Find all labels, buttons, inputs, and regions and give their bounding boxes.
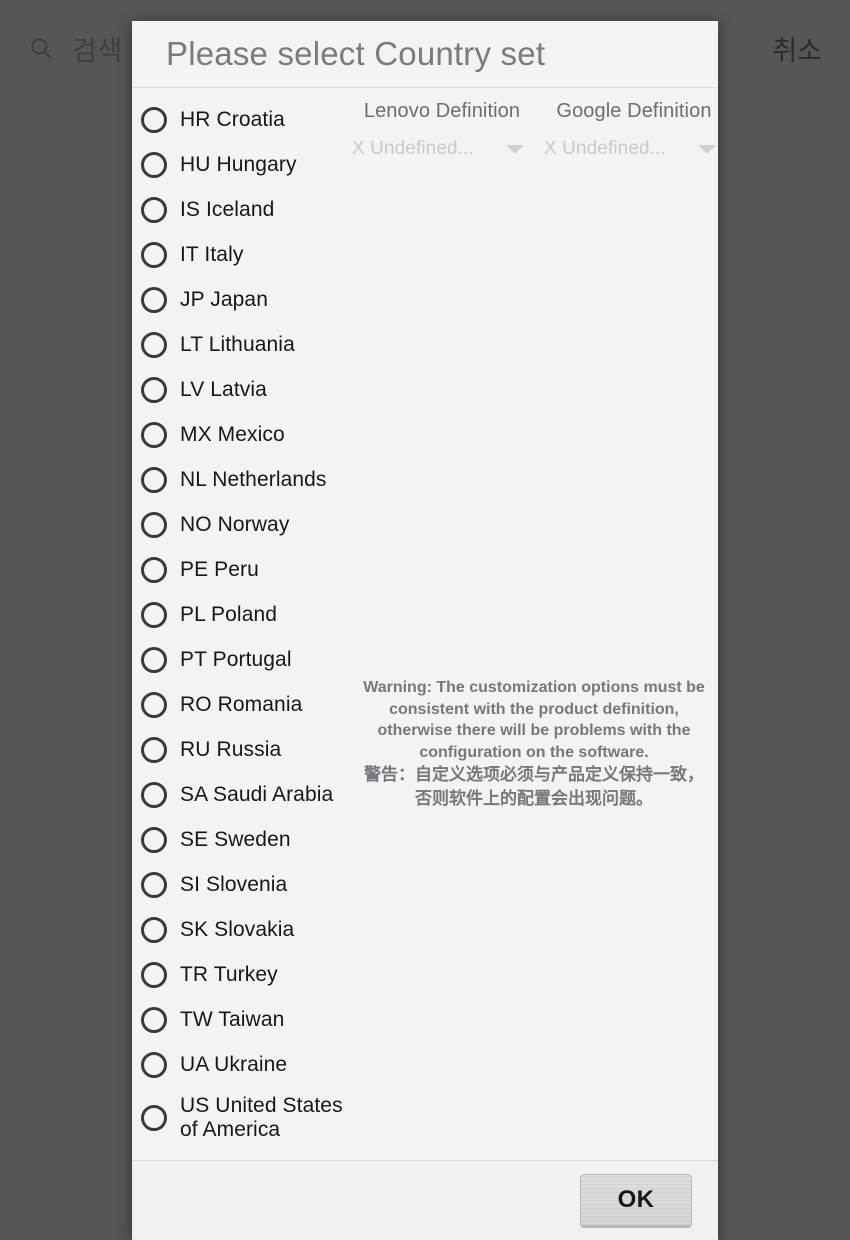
country-list-item[interactable]: RU Russia bbox=[132, 727, 362, 772]
definition-title: Lenovo Definition bbox=[363, 100, 521, 122]
country-list-item[interactable]: NO Norway bbox=[132, 502, 362, 547]
definition-selectors: Lenovo Definition X Undefined... Google De… bbox=[350, 100, 716, 160]
radio-button-pt[interactable] bbox=[141, 646, 167, 673]
country-label: UA Ukraine bbox=[180, 1052, 288, 1076]
country-radio-list[interactable]: HR Croatia HU Hungary IS Iceland IT Italy JP… bbox=[132, 88, 362, 1149]
radio-button-sa[interactable] bbox=[141, 781, 167, 808]
ok-button[interactable]: OK bbox=[580, 1173, 692, 1228]
warning-message: Warning: The customization options must … bbox=[358, 677, 710, 810]
radio-button-si[interactable] bbox=[141, 871, 167, 898]
definition-dropdown[interactable]: X Undefined... bbox=[350, 138, 534, 160]
radio-button-is[interactable] bbox=[141, 196, 167, 223]
country-list-item[interactable]: HU Hungary bbox=[132, 142, 362, 187]
radio-button-ru[interactable] bbox=[141, 736, 167, 763]
radio-button-tw[interactable] bbox=[141, 1006, 167, 1033]
radio-button-no[interactable] bbox=[141, 511, 167, 538]
country-label: SK Slovakia bbox=[180, 917, 295, 941]
radio-button-pl[interactable] bbox=[141, 601, 167, 628]
country-label: LT Lithuania bbox=[180, 332, 295, 356]
country-list-item[interactable]: PE Peru bbox=[132, 547, 362, 592]
country-label: SA Saudi Arabia bbox=[180, 782, 334, 806]
warning-text-cn: 警告：自定义选项必须与产品定义保持一致，否则软件上的配置会出现问题。 bbox=[364, 765, 704, 808]
country-list-item[interactable]: HR Croatia bbox=[132, 97, 362, 142]
radio-button-tr[interactable] bbox=[141, 961, 167, 988]
radio-button-mx[interactable] bbox=[141, 421, 167, 448]
country-list-item[interactable]: US United States of America bbox=[132, 1087, 362, 1149]
country-label: TR Turkey bbox=[180, 962, 278, 986]
country-list-item[interactable]: PL Poland bbox=[132, 592, 362, 637]
country-set-dialog: Please select Country set HR Croatia HU H… bbox=[132, 21, 718, 1240]
country-list-item[interactable]: SE Sweden bbox=[132, 817, 362, 862]
definition-column: Lenovo Definition X Undefined... bbox=[350, 100, 534, 160]
country-label: PL Poland bbox=[180, 602, 278, 626]
definition-selected-value: X Undefined... bbox=[352, 138, 474, 159]
country-list-item[interactable]: NL Netherlands bbox=[132, 457, 362, 502]
country-label: HR Croatia bbox=[180, 107, 285, 131]
radio-button-nl[interactable] bbox=[141, 466, 167, 493]
country-label: US United States of America bbox=[180, 1094, 343, 1141]
warning-text-en: Warning: The customization options must … bbox=[363, 679, 705, 761]
dialog-body[interactable]: HR Croatia HU Hungary IS Iceland IT Italy JP… bbox=[132, 88, 718, 1160]
country-list-item[interactable]: JP Japan bbox=[132, 277, 362, 322]
radio-button-sk[interactable] bbox=[141, 916, 167, 943]
radio-button-se[interactable] bbox=[141, 826, 167, 853]
radio-button-hr[interactable] bbox=[141, 106, 167, 133]
country-label: MX Mexico bbox=[180, 422, 285, 446]
country-list-item[interactable]: LT Lithuania bbox=[132, 322, 362, 367]
radio-button-us[interactable] bbox=[141, 1105, 167, 1131]
country-label: NO Norway bbox=[180, 512, 290, 536]
radio-button-hu[interactable] bbox=[141, 151, 167, 178]
country-list-item[interactable]: PT Portugal bbox=[132, 637, 362, 682]
country-label: RU Russia bbox=[180, 737, 282, 761]
country-label: SE Sweden bbox=[180, 827, 291, 851]
definition-column: Google Definition X Undefined... bbox=[542, 100, 718, 160]
country-label: RO Romania bbox=[180, 692, 303, 716]
country-label: PT Portugal bbox=[180, 647, 292, 671]
country-list-item[interactable]: LV Latvia bbox=[132, 367, 362, 412]
country-label: IT Italy bbox=[180, 242, 244, 266]
radio-button-ro[interactable] bbox=[141, 691, 167, 718]
country-label: NL Netherlands bbox=[180, 467, 327, 491]
country-label: PE Peru bbox=[180, 557, 259, 581]
country-list-item[interactable]: SA Saudi Arabia bbox=[132, 772, 362, 817]
radio-button-jp[interactable] bbox=[141, 286, 167, 313]
radio-button-lt[interactable] bbox=[141, 331, 167, 358]
country-list-item[interactable]: SI Slovenia bbox=[132, 862, 362, 907]
chevron-down-icon bbox=[698, 144, 716, 154]
country-label: IS Iceland bbox=[180, 197, 275, 221]
country-label: HU Hungary bbox=[180, 152, 297, 176]
country-list-item[interactable]: RO Romania bbox=[132, 682, 362, 727]
country-list-item[interactable]: TR Turkey bbox=[132, 952, 362, 997]
radio-button-lv[interactable] bbox=[141, 376, 167, 403]
definition-dropdown[interactable]: X Undefined... bbox=[542, 138, 718, 160]
definition-selected-value: X Undefined... bbox=[544, 138, 666, 159]
dialog-footer: OK bbox=[132, 1160, 718, 1240]
country-label: LV Latvia bbox=[180, 377, 267, 401]
country-label: SI Slovenia bbox=[180, 872, 288, 896]
dialog-title: Please select Country set bbox=[166, 35, 546, 72]
country-list-item[interactable]: UA Ukraine bbox=[132, 1042, 362, 1087]
country-label: TW Taiwan bbox=[180, 1007, 285, 1031]
radio-button-pe[interactable] bbox=[141, 556, 167, 583]
country-list-item[interactable]: IT Italy bbox=[132, 232, 362, 277]
country-list-item[interactable]: MX Mexico bbox=[132, 412, 362, 457]
country-list-item[interactable]: IS Iceland bbox=[132, 187, 362, 232]
definition-title: Google Definition bbox=[556, 100, 712, 122]
chevron-down-icon bbox=[506, 144, 524, 154]
country-list-item[interactable]: SK Slovakia bbox=[132, 907, 362, 952]
dialog-header: Please select Country set bbox=[132, 21, 718, 88]
radio-button-it[interactable] bbox=[141, 241, 167, 268]
country-label: JP Japan bbox=[180, 287, 268, 311]
country-list-item[interactable]: TW Taiwan bbox=[132, 997, 362, 1042]
radio-button-ua[interactable] bbox=[141, 1051, 167, 1078]
